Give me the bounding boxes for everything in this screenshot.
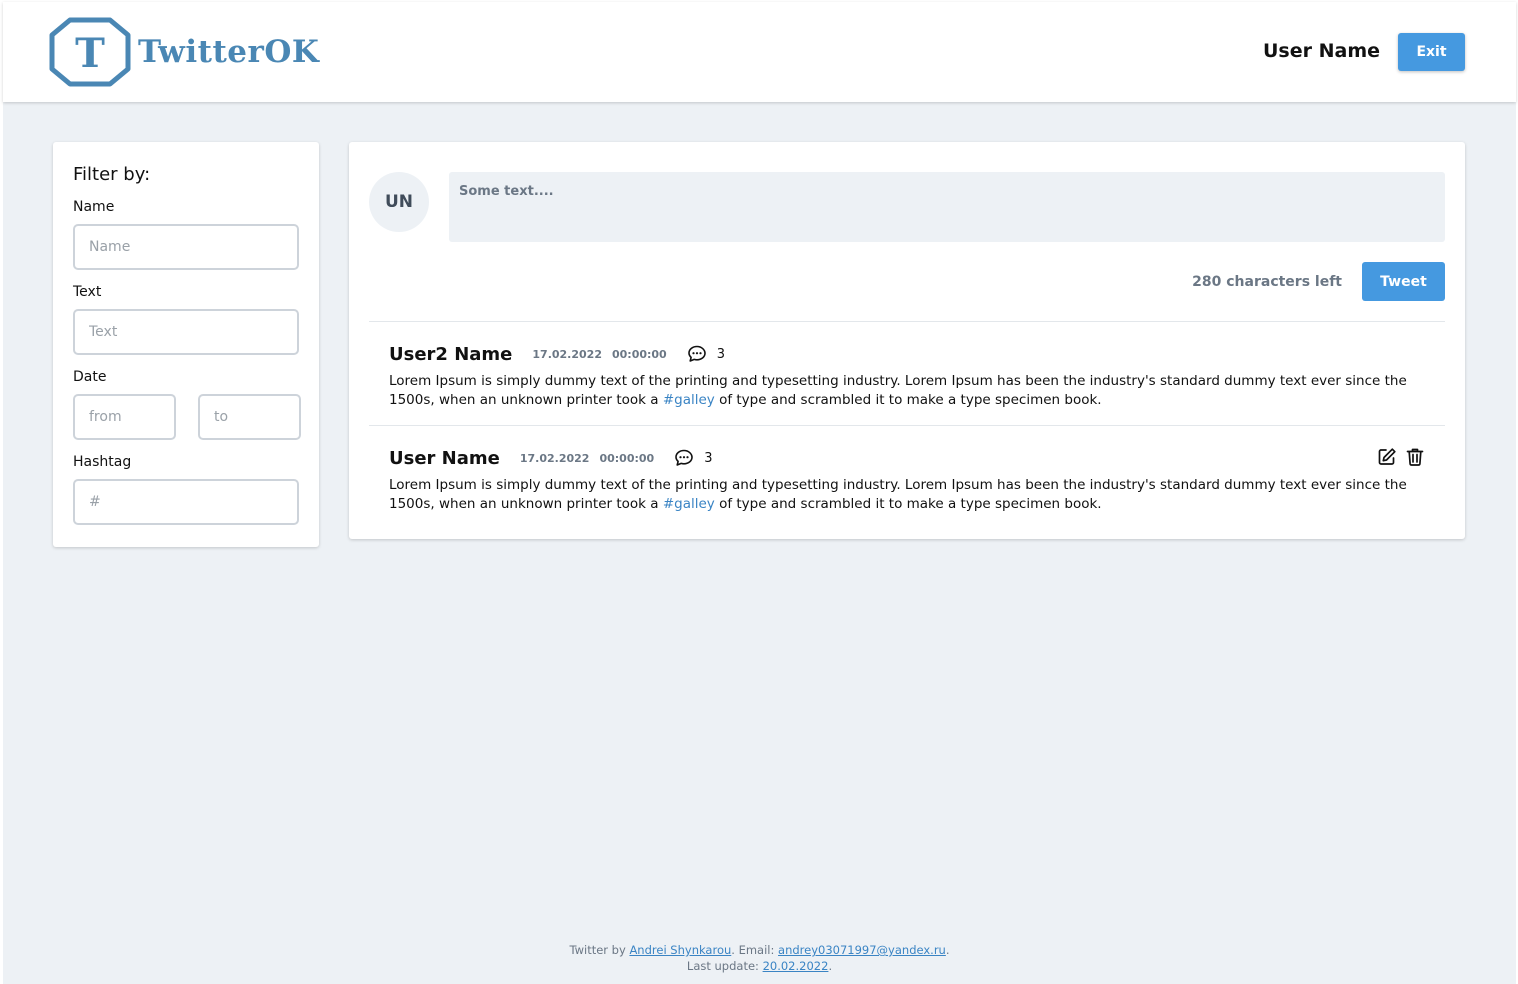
- header-user-name: User Name: [1262, 40, 1380, 62]
- email-link[interactable]: andrey03071997@yandex.ru: [778, 943, 946, 957]
- filter-date-to-input[interactable]: [198, 394, 301, 440]
- filter-name-label: Name: [73, 199, 115, 215]
- compose-input[interactable]: [449, 172, 1445, 242]
- filter-name-input[interactable]: [73, 224, 299, 270]
- tweet-text: Lorem Ipsum is simply dummy text of the …: [389, 372, 1429, 410]
- filter-date-label: Date: [73, 369, 107, 385]
- hashtag-link[interactable]: #galley: [663, 392, 715, 408]
- footer: Twitter by Andrei Shynkarou. Email: andr…: [3, 942, 1516, 974]
- exit-button[interactable]: Exit: [1398, 33, 1465, 71]
- footer-update-suffix: .: [828, 959, 833, 973]
- filter-date-from-input[interactable]: [73, 394, 176, 440]
- logo-letter: T: [75, 30, 105, 77]
- tweet-header: User Name 17.02.2022 00:00:00 3: [389, 446, 712, 470]
- comment-count: 3: [704, 450, 713, 466]
- footer-update: Last update: 20.02.2022.: [3, 958, 1516, 974]
- logo[interactable]: T TwitterOK: [48, 17, 319, 87]
- author-link[interactable]: Andrei Shynkarou: [629, 943, 731, 957]
- tweet-text: Lorem Ipsum is simply dummy text of the …: [389, 476, 1429, 514]
- filter-text-label: Text: [73, 284, 102, 300]
- tweet-text-after: of type and scrambled it to make a type …: [714, 392, 1102, 408]
- update-date-link[interactable]: 20.02.2022: [763, 959, 829, 973]
- header: T TwitterOK User Name Exit: [3, 2, 1516, 102]
- divider: [369, 321, 1445, 322]
- filter-text-input[interactable]: [73, 309, 299, 355]
- tweet-text-after: of type and scrambled it to make a type …: [714, 496, 1102, 512]
- tweet-time: 00:00:00: [599, 451, 655, 465]
- trash-icon[interactable]: [1405, 447, 1425, 467]
- comment-icon[interactable]: [687, 344, 707, 364]
- tweet-date: 17.02.2022: [519, 451, 590, 465]
- tweet-time: 00:00:00: [611, 347, 667, 361]
- tweet-header: User2 Name 17.02.2022 00:00:00 3: [389, 342, 725, 366]
- tweet-button[interactable]: Tweet: [1362, 262, 1445, 301]
- footer-email-prefix: . Email:: [731, 943, 779, 957]
- divider: [369, 425, 1445, 426]
- tweet-actions: [1377, 447, 1425, 467]
- hashtag-link[interactable]: #galley: [663, 496, 715, 512]
- tweet-date: 17.02.2022: [532, 347, 602, 361]
- edit-icon[interactable]: [1377, 447, 1397, 467]
- filter-panel: Filter by: Name Text Date Hashtag: [53, 142, 319, 547]
- tweet-author[interactable]: User2 Name: [389, 344, 512, 365]
- tweet-author[interactable]: User Name: [389, 448, 500, 469]
- footer-email-suffix: .: [945, 943, 950, 957]
- comment-count: 3: [716, 346, 725, 362]
- page: T TwitterOK User Name Exit Filter by: Na…: [3, 2, 1516, 984]
- logo-hex-icon: T: [49, 17, 131, 87]
- filter-title: Filter by:: [73, 164, 151, 185]
- footer-update-prefix: Last update:: [686, 959, 763, 973]
- filter-hashtag-label: Hashtag: [73, 454, 132, 470]
- filter-hashtag-input[interactable]: [73, 479, 299, 525]
- chars-left-counter: 280 characters left: [1192, 274, 1342, 290]
- footer-credits: Twitter by Andrei Shynkarou. Email: andr…: [3, 942, 1516, 958]
- comment-icon[interactable]: [674, 448, 694, 468]
- logo-text: TwitterOK: [138, 34, 320, 70]
- footer-prefix: Twitter by: [569, 943, 630, 957]
- feed-panel: UN 280 characters left Tweet User2 Name …: [349, 142, 1465, 539]
- avatar: UN: [369, 172, 429, 232]
